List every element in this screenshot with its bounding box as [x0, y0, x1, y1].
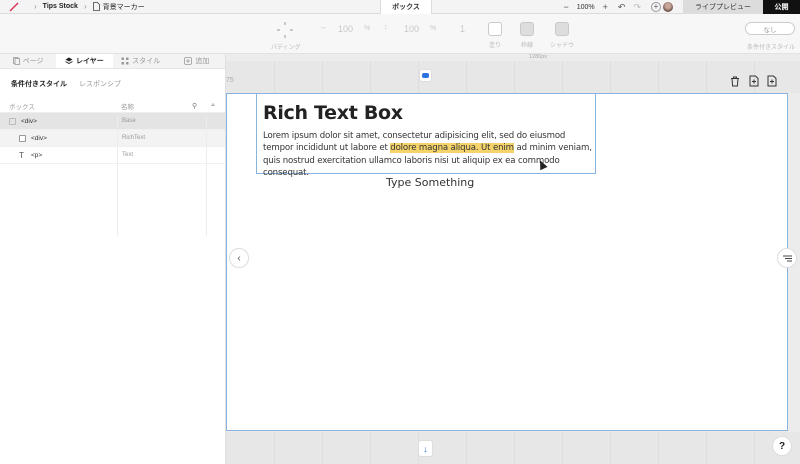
zoom-out-button[interactable]: −: [563, 2, 568, 12]
fill-label: 塗り: [488, 43, 501, 49]
fill-button[interactable]: 塗り: [488, 22, 502, 49]
logo-icon[interactable]: [0, 0, 28, 14]
column-divider: [206, 116, 207, 236]
shadow-swatch-icon: [555, 22, 569, 36]
height-arrows-icon: ↕: [384, 24, 388, 31]
section-handle-top[interactable]: [419, 69, 432, 82]
layer-checkbox[interactable]: [9, 117, 16, 125]
layer-type: Text: [122, 152, 134, 158]
avatar[interactable]: [663, 2, 673, 12]
column-divider: [117, 116, 118, 236]
subtab-responsive[interactable]: レスポンシブ: [79, 79, 121, 89]
redo-icon[interactable]: ↷: [633, 2, 641, 13]
tab-pages-label: ページ: [22, 58, 44, 65]
tab-add-label: 追加: [195, 58, 210, 65]
layer-type: Base: [122, 118, 136, 124]
rich-text-title[interactable]: Rich Text Box: [263, 102, 403, 124]
breadcrumb-page-label: 背景マーカー: [102, 3, 145, 11]
handle-icon: [422, 73, 429, 78]
breadcrumb-page[interactable]: 背景マーカー: [92, 2, 145, 12]
top-bar: › Tips Stock › 背景マーカー ボックス − 100% + ↶ ↷ …: [0, 0, 800, 14]
tab-layers-label: レイヤー: [75, 58, 104, 65]
arrow-down-icon: ↓: [423, 443, 428, 454]
tab-style[interactable]: スタイル: [113, 54, 169, 68]
border-swatch-icon: [520, 22, 534, 36]
shadow-label: シャドウ: [550, 43, 575, 49]
canvas-ruler: 1280px: [528, 54, 548, 60]
undo-icon[interactable]: ↶: [618, 2, 626, 13]
panel-tabs: ページ レイヤー スタイル 追加: [0, 54, 225, 69]
border-label: 枠線: [520, 43, 533, 49]
width-arrows-icon: ↔: [320, 24, 327, 31]
trash-icon[interactable]: [729, 74, 741, 88]
publish-button[interactable]: 公開: [763, 0, 800, 14]
style-icon: [121, 57, 129, 65]
shadow-button[interactable]: シャドウ: [550, 22, 574, 49]
list-icon: [782, 255, 792, 261]
align-icon[interactable]: ⩡: [211, 102, 215, 110]
width-value[interactable]: 100: [338, 24, 353, 34]
height-value[interactable]: 100: [404, 24, 419, 34]
layer-type: RichText: [122, 135, 146, 141]
live-preview-button[interactable]: ライブプレビュー: [683, 0, 763, 14]
tab-layers[interactable]: レイヤー: [56, 54, 113, 68]
outline-toggle-button[interactable]: [777, 248, 797, 268]
rich-text-paragraph[interactable]: Lorem ipsum dolor sit amet, consectetur …: [263, 130, 595, 179]
add-page-icon[interactable]: [766, 74, 778, 88]
tab-add[interactable]: 追加: [169, 54, 225, 68]
layers-icon: [65, 57, 73, 65]
layer-row-richtext[interactable]: <div> RichText: [0, 130, 225, 147]
conditional-style-label: 条件付きスタイル: [747, 45, 796, 51]
help-button[interactable]: ?: [772, 436, 792, 456]
layer-name: <div>: [21, 117, 37, 125]
add-icon: [184, 57, 193, 65]
page-icon: [12, 57, 20, 65]
tab-pages[interactable]: ページ: [0, 54, 56, 68]
tab-style-label: スタイル: [132, 58, 161, 65]
layers-table-header: ボックス 名称 ⚲ ⩡: [0, 99, 225, 113]
add-collaborator-icon[interactable]: +: [651, 2, 661, 12]
add-section-below-button[interactable]: ↓: [418, 440, 433, 457]
zoom-level[interactable]: 100%: [577, 4, 595, 11]
side-number: 75: [226, 77, 234, 84]
style-toolbar: パディング ↔ 100 % ↕ 100 % 1 塗り 枠線 シャドウ なし 条件…: [0, 14, 800, 54]
layer-row-base[interactable]: <div> Base: [0, 113, 225, 130]
document-icon: [92, 2, 100, 11]
col-name-label: 名称: [121, 103, 134, 111]
text-type-icon: T: [19, 150, 24, 160]
layer-name: <p>: [31, 151, 43, 159]
chevron-left-icon: ‹: [237, 252, 241, 264]
conditional-style-select[interactable]: なし: [745, 22, 795, 35]
opacity-value[interactable]: 1: [460, 24, 465, 34]
breadcrumb-site[interactable]: Tips Stock: [43, 3, 78, 10]
border-button[interactable]: 枠線: [520, 22, 534, 49]
text-placeholder[interactable]: Type Something: [386, 176, 474, 189]
highlighted-text[interactable]: dolore magna aliqua. Ut enim: [390, 143, 514, 154]
layer-row-text[interactable]: T <p> Text: [0, 147, 225, 164]
duplicate-icon[interactable]: [748, 74, 760, 88]
box-icon: [19, 134, 26, 142]
fill-swatch-icon: [488, 22, 502, 36]
chevron-right-icon: ›: [83, 2, 87, 11]
subtab-conditional-style[interactable]: 条件付きスタイル: [11, 79, 67, 89]
layer-name: <div>: [31, 134, 47, 142]
chevron-right-icon: ›: [34, 2, 37, 11]
padding-label: パディング: [271, 45, 301, 51]
height-unit[interactable]: %: [430, 25, 436, 32]
link-style-icon[interactable]: ⚲: [192, 102, 197, 110]
collapse-panel-button[interactable]: ‹: [229, 248, 249, 268]
padding-control[interactable]: [275, 20, 295, 40]
zoom-in-button[interactable]: +: [603, 2, 608, 12]
mode-tab-box[interactable]: ボックス: [380, 0, 432, 14]
width-unit[interactable]: %: [364, 25, 370, 32]
left-panel: ページ レイヤー スタイル 追加 条件付きスタイル レスポンシブ ボックス 名称…: [0, 54, 226, 464]
col-box-label: ボックス: [9, 103, 35, 111]
